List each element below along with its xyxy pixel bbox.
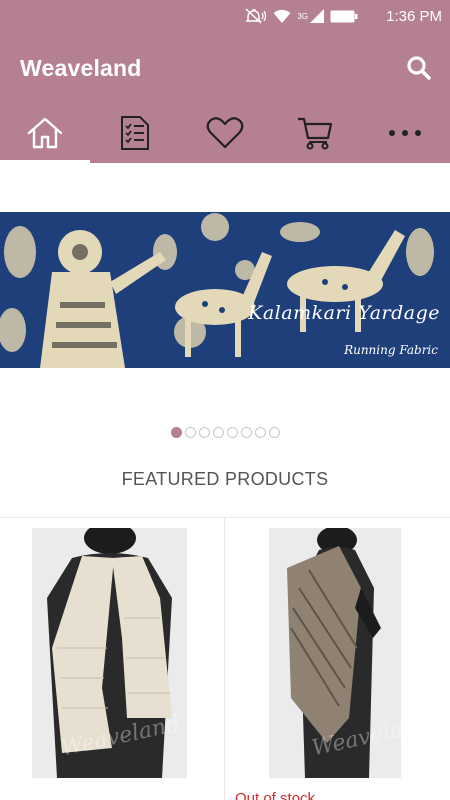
tab-wishlist[interactable] [180,103,270,163]
mute-icon [245,8,267,24]
tab-orders[interactable] [90,103,180,163]
status-time: 1:36 PM [386,8,442,25]
carousel-indicator [0,427,450,441]
carousel-dot[interactable] [268,427,280,438]
toolbar: Weaveland [0,33,450,103]
more-icon [389,130,421,136]
banner-slide[interactable]: Kalamkari Yardage Running Fabric [0,212,450,368]
cart-icon [298,117,333,150]
heart-icon [206,117,244,149]
tab-cart[interactable] [270,103,360,163]
search-icon [407,56,431,80]
product-card[interactable]: Weaveland [0,518,225,800]
product-grid: Weaveland Weaveland Out of stock [0,517,450,800]
carousel-dot[interactable] [226,427,238,438]
signal-icon [310,9,324,23]
product-card[interactable]: Weaveland Out of stock [225,518,450,800]
product-image[interactable]: Weaveland [269,528,401,778]
battery-icon [330,10,358,22]
search-button[interactable] [404,53,434,83]
stock-status: Out of stock [235,790,316,800]
banner-title: Kalamkari Yardage [248,302,440,324]
product-image[interactable]: Weaveland [32,528,187,778]
tab-home[interactable] [0,103,90,163]
network-type-label: 3G [297,11,308,21]
carousel-dot[interactable] [240,427,252,438]
carousel-dot[interactable] [212,427,224,438]
featured-products-title: FEATURED PRODUCTS [121,469,329,489]
tab-more[interactable] [360,103,450,163]
carousel-dot[interactable] [254,427,266,438]
carousel-dot[interactable] [170,427,182,438]
status-icons: 3G [245,7,358,25]
carousel-dot[interactable] [198,427,210,438]
app-title: Weaveland [20,55,142,81]
wifi-icon [273,9,291,23]
banner-subtitle: Running Fabric [344,343,438,357]
tab-bar [0,103,450,163]
app-bar: 3G 1:36 PM Weaveland [0,0,450,163]
carousel-dot[interactable] [184,427,196,438]
active-tab-indicator [0,160,90,163]
home-icon [27,117,63,149]
checklist-icon [121,116,149,150]
status-bar: 3G 1:36 PM [0,0,450,33]
